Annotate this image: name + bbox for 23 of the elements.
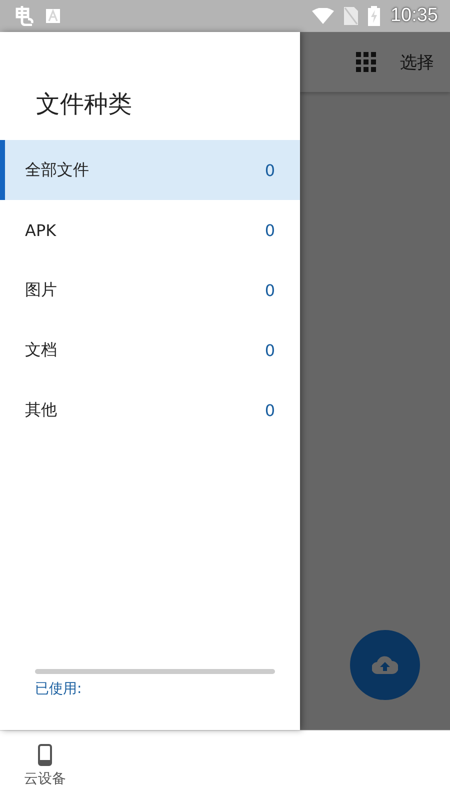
category-item[interactable]: APK 0 [0, 200, 300, 260]
cloud-upload-icon [372, 656, 398, 674]
file-count: 0 [264, 280, 275, 300]
storage-used-label: 已使用: [35, 680, 83, 698]
font-icon [46, 9, 60, 23]
category-item[interactable]: 文档 0 [0, 320, 300, 380]
status-time: 10:35 [390, 5, 438, 27]
file-count: 0 [264, 220, 275, 240]
select-button[interactable]: 选择 [400, 50, 434, 74]
category-item[interactable]: 图片 0 [0, 260, 300, 320]
drawer-title: 文件种类 [35, 89, 133, 120]
file-count: 0 [264, 400, 275, 420]
grid-view-icon[interactable] [356, 52, 376, 72]
no-sim-icon [344, 7, 358, 25]
app-notification-icon [14, 6, 36, 26]
category-item[interactable]: 其他 0 [0, 380, 300, 440]
file-count: 0 [264, 160, 275, 180]
category-item[interactable]: 全部文件 0 [0, 140, 300, 200]
battery-charging-icon [368, 6, 380, 26]
nav-tab[interactable]: 云设备 [0, 731, 90, 800]
file-count: 0 [264, 340, 275, 360]
phone-icon [38, 744, 52, 766]
wifi-icon [312, 8, 334, 24]
